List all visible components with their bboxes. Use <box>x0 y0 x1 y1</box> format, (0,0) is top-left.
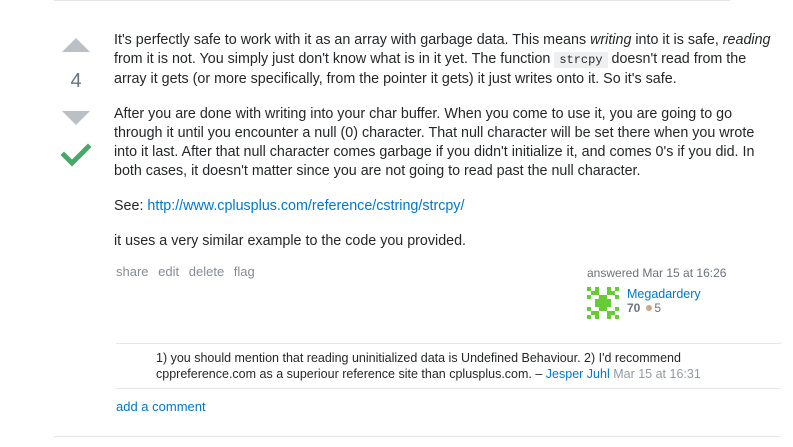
user-info-card: answered Mar 15 at 16:26 Megadardery 70 5 <box>587 266 767 319</box>
answer-paragraph-3: See: http://www.cplusplus.com/reference/… <box>114 197 774 216</box>
delete-link[interactable]: delete <box>189 264 224 279</box>
comment-separator: – <box>531 367 546 381</box>
emphasis: writing <box>590 32 632 48</box>
accepted-checkmark-icon <box>61 143 91 167</box>
vote-up-arrow-icon[interactable] <box>62 38 90 52</box>
flag-link[interactable]: flag <box>234 264 255 279</box>
comment-item: 1) you should mention that reading unini… <box>116 344 781 389</box>
comment-date[interactable]: Mar 15 at 16:31 <box>613 367 701 381</box>
emphasis: reading <box>722 32 771 48</box>
avatar[interactable] <box>587 287 619 319</box>
bottom-divider <box>54 436 780 437</box>
add-comment-link[interactable]: add a comment <box>116 399 206 414</box>
user-action-time: answered Mar 15 at 16:26 <box>587 266 767 280</box>
answer-paragraph-2: After you are done with writing into you… <box>114 106 755 179</box>
vote-down-arrow-icon[interactable] <box>62 111 90 125</box>
edit-link[interactable]: edit <box>158 264 179 279</box>
user-details: Megadardery 70 5 <box>627 287 701 315</box>
comment-user-link[interactable]: Jesper Juhl <box>546 367 610 381</box>
text: from it is not. You simply just don't kn… <box>114 51 555 67</box>
reputation-score: 70 <box>627 301 641 315</box>
comments-list: 1) you should mention that reading unini… <box>116 343 781 389</box>
answer-paragraph-1: It's perfectly safe to work with it as a… <box>114 31 774 89</box>
text: into it is safe, <box>631 32 723 48</box>
vote-count: 4 <box>70 70 82 92</box>
answer-body: It's perfectly safe to work with it as a… <box>114 31 774 267</box>
action-label: answered <box>587 266 640 280</box>
reference-link[interactable]: http://www.cplusplus.com/reference/cstri… <box>147 198 464 214</box>
answer-paragraph-4: it uses a very similar example to the co… <box>114 233 467 249</box>
share-link[interactable]: share <box>116 264 149 279</box>
action-time: Mar 15 at 16:26 <box>642 266 727 280</box>
see-label: See: <box>114 198 148 214</box>
bronze-badge-icon <box>646 305 653 312</box>
top-divider <box>54 0 730 1</box>
user-name-link[interactable]: Megadardery <box>627 287 701 301</box>
bronze-badge-count: 5 <box>654 301 662 315</box>
post-menu: share edit delete flag <box>116 264 261 279</box>
text: It's perfectly safe to work with it as a… <box>114 32 591 48</box>
inline-code: strcpy <box>554 52 608 68</box>
